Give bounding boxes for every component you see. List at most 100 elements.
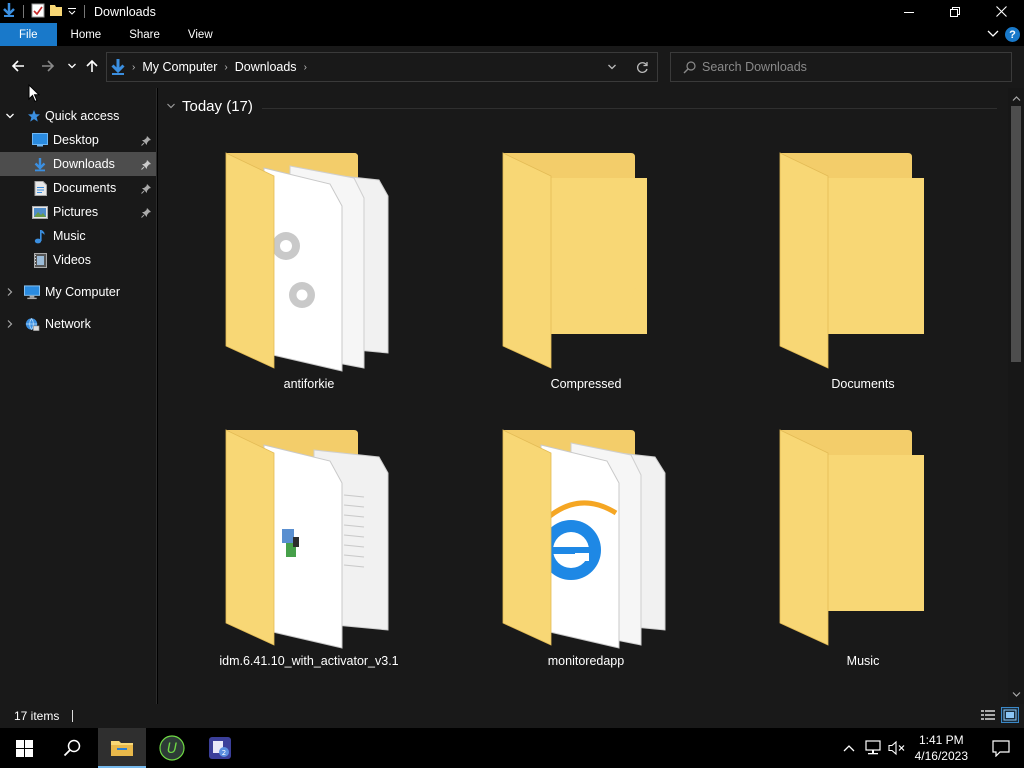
start-button[interactable] xyxy=(0,728,48,768)
taskbar-file-explorer[interactable] xyxy=(98,728,146,768)
customize-chevron-icon[interactable] xyxy=(67,5,77,19)
item-count: 17 items xyxy=(14,709,60,723)
back-button[interactable] xyxy=(8,56,28,76)
folder-icon xyxy=(502,152,647,369)
pin-icon[interactable] xyxy=(140,182,152,194)
nav-item-label: Videos xyxy=(53,253,91,267)
close-button[interactable] xyxy=(978,0,1024,23)
breadcrumb-separator[interactable]: › xyxy=(304,62,307,73)
file-name[interactable]: monitoredapp xyxy=(471,654,701,668)
action-center-button[interactable] xyxy=(978,728,1024,768)
file-tile[interactable]: idm.6.41.10_with_activator_v3.1 xyxy=(194,425,424,685)
file-tile[interactable]: Documents xyxy=(748,148,978,408)
download-icon xyxy=(110,58,126,76)
file-explorer-icon xyxy=(111,741,133,756)
chevron-down-icon xyxy=(68,63,76,69)
file-tile[interactable]: antiforkie xyxy=(194,148,424,408)
file-name[interactable]: Documents xyxy=(748,377,978,391)
desktop-icon xyxy=(32,132,48,148)
file-tile[interactable]: Compressed xyxy=(471,148,701,408)
nav-item-music[interactable]: Music xyxy=(0,224,156,248)
breadcrumb-my-computer[interactable]: My Computer xyxy=(142,60,217,74)
folder-with-files-icon xyxy=(225,429,389,649)
address-history-button[interactable] xyxy=(597,53,627,81)
arrow-right-icon xyxy=(42,60,55,72)
music-icon xyxy=(32,228,48,244)
recent-locations-button[interactable] xyxy=(62,56,82,76)
expand-ribbon-icon[interactable] xyxy=(987,28,999,42)
volume-button[interactable] xyxy=(885,740,909,756)
scroll-down-button[interactable] xyxy=(1008,686,1024,702)
network-status-button[interactable] xyxy=(861,740,885,756)
minimize-button[interactable] xyxy=(886,0,932,23)
nav-item-desktop[interactable]: Desktop xyxy=(0,128,156,152)
breadcrumb-separator[interactable]: › xyxy=(132,62,135,73)
breadcrumb-downloads[interactable]: Downloads xyxy=(235,60,297,74)
nav-item-label: Music xyxy=(53,229,86,243)
nav-item-quick-access[interactable]: Quick access xyxy=(0,104,156,128)
file-tile[interactable]: Music xyxy=(748,425,978,685)
navigation-pane: Quick access Desktop Downloads Documents xyxy=(0,88,157,704)
pictures-icon xyxy=(32,204,48,220)
vertical-scrollbar[interactable] xyxy=(1008,88,1024,704)
clock-date: 4/16/2023 xyxy=(914,749,968,763)
tab-share[interactable]: Share xyxy=(115,23,174,46)
file-name[interactable]: Compressed xyxy=(471,377,701,391)
chevron-down-icon xyxy=(608,64,616,70)
folder-with-files-icon xyxy=(225,152,389,372)
search-input[interactable] xyxy=(702,60,1002,74)
collapsed-chevron-icon[interactable] xyxy=(4,312,16,336)
file-name[interactable]: idm.6.41.10_with_activator_v3.1 xyxy=(194,654,424,668)
group-header-today[interactable]: Today (17) xyxy=(166,98,253,115)
pin-icon[interactable] xyxy=(140,134,152,146)
arrow-left-icon xyxy=(11,60,24,72)
address-bar[interactable]: › My Computer › Downloads › xyxy=(106,52,658,82)
new-folder-icon[interactable] xyxy=(49,3,63,20)
clock-time: 1:41 PM xyxy=(918,733,964,747)
breadcrumb-separator[interactable]: › xyxy=(224,62,227,73)
taskbar-app[interactable]: 2 xyxy=(196,728,244,768)
scroll-up-button[interactable] xyxy=(1008,90,1024,106)
tab-file[interactable]: File xyxy=(0,23,57,46)
pin-icon[interactable] xyxy=(140,206,152,218)
tab-home[interactable]: Home xyxy=(57,23,116,46)
pin-icon[interactable] xyxy=(140,158,152,170)
nav-item-videos[interactable]: Videos xyxy=(0,248,156,272)
show-hidden-icons-button[interactable] xyxy=(837,744,861,752)
expanded-chevron-icon[interactable] xyxy=(4,104,16,128)
nav-item-network[interactable]: Network xyxy=(0,312,156,336)
forward-button[interactable] xyxy=(38,56,58,76)
tab-view[interactable]: View xyxy=(174,23,227,46)
address-row: › My Computer › Downloads › xyxy=(0,46,1024,88)
file-tile[interactable]: monitoredapp xyxy=(471,425,701,685)
nav-item-my-computer[interactable]: My Computer xyxy=(0,280,156,304)
network-status-icon xyxy=(865,740,881,755)
window-title: Downloads xyxy=(94,4,156,19)
folder-icon xyxy=(779,152,924,369)
clock[interactable]: 1:41 PM 4/16/2023 xyxy=(915,732,968,764)
group-label: Today (17) xyxy=(182,98,253,115)
separator xyxy=(84,5,85,18)
ribbon-tabs: File Home Share View ? xyxy=(0,23,1024,46)
taskbar-search-button[interactable] xyxy=(48,728,96,768)
up-button[interactable] xyxy=(82,56,102,76)
restore-button[interactable] xyxy=(932,0,978,23)
details-view-button[interactable] xyxy=(980,708,996,722)
properties-icon[interactable] xyxy=(31,3,45,21)
chevron-down-icon[interactable] xyxy=(166,98,176,115)
file-name[interactable]: Music xyxy=(748,654,978,668)
search-box[interactable] xyxy=(670,52,1012,82)
nav-item-downloads[interactable]: Downloads xyxy=(0,152,156,176)
quick-access-toolbar xyxy=(0,0,88,23)
nav-item-label: Downloads xyxy=(53,157,115,171)
file-name[interactable]: antiforkie xyxy=(194,377,424,391)
nav-item-pictures[interactable]: Pictures xyxy=(0,200,156,224)
help-button[interactable]: ? xyxy=(1005,27,1020,42)
taskbar-upwork[interactable]: U xyxy=(148,728,196,768)
collapsed-chevron-icon[interactable] xyxy=(4,280,16,304)
file-list: Today (17) antiforkie Compressed Documen… xyxy=(158,88,1008,704)
large-icons-view-button[interactable] xyxy=(1001,707,1019,723)
refresh-button[interactable] xyxy=(627,53,657,81)
scrollbar-thumb[interactable] xyxy=(1011,106,1021,362)
nav-item-documents[interactable]: Documents xyxy=(0,176,156,200)
